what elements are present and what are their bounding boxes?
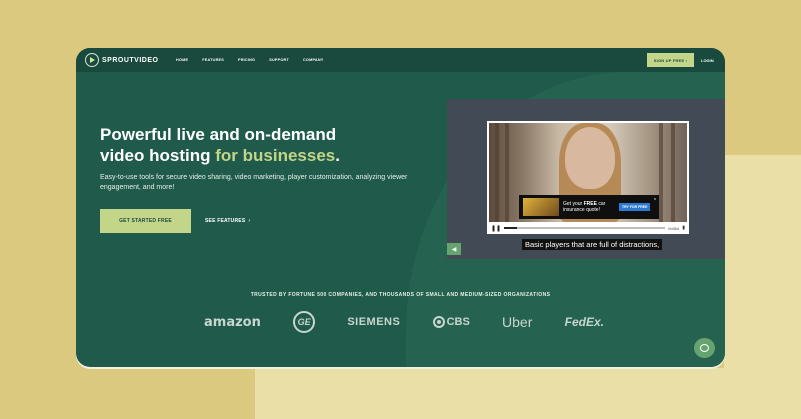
ge-logo: GE: [293, 311, 316, 333]
cbs-text: CBS: [446, 316, 470, 328]
headline-accent: for businesses: [215, 146, 336, 165]
trusted-by-title: TRUSTED BY FORTUNE 500 COMPANIES, AND TH…: [250, 292, 551, 298]
nav-links: HOME FEATURES PRICING SUPPORT COMPANY: [176, 48, 324, 72]
player-controls: ❚❚ VidBid ▮: [489, 224, 687, 232]
siemens-logo: SIEMENS: [347, 316, 401, 328]
hero-headline: Powerful live and on-demand video hostin…: [100, 124, 360, 166]
nav-link-support[interactable]: SUPPORT: [269, 58, 289, 62]
login-link[interactable]: LOGIN: [701, 58, 714, 63]
hero-subtext: Easy-to-use tools for secure video shari…: [100, 174, 408, 191]
top-nav: SPROUTVIDEO HOME FEATURES PRICING SUPPOR…: [76, 48, 725, 72]
chevron-right-icon: ›: [246, 218, 251, 224]
signup-label: SIGN UP FREE: [653, 57, 685, 63]
fedex-logo: FedEx.: [564, 315, 604, 329]
cbs-eye-icon: [432, 316, 445, 328]
browser-window: SPROUTVIDEO HOME FEATURES PRICING SUPPOR…: [76, 48, 725, 367]
bookshelf-decoration: [659, 123, 663, 222]
video-ad-overlay[interactable]: Get your FREE car insurance quote! TRY F…: [519, 195, 659, 219]
logo-text: SPROUTVIDEO: [102, 56, 159, 64]
see-features-label: SEE FEATURES: [205, 218, 246, 224]
cbs-logo: CBS: [432, 316, 470, 328]
get-started-button[interactable]: GET STARTED FREE: [100, 209, 191, 233]
nav-link-pricing[interactable]: PRICING: [238, 58, 255, 62]
headline-period: .: [335, 146, 340, 165]
person-face: [565, 127, 615, 189]
progress-bar[interactable]: [504, 227, 665, 229]
close-icon[interactable]: x: [654, 196, 656, 201]
ad-try-button[interactable]: TRY FOR FREE: [619, 203, 651, 211]
ad-text: Get your FREE car insurance quote!: [563, 201, 615, 213]
chat-icon: [700, 344, 709, 352]
bookshelf-decoration: [671, 123, 675, 222]
background-panel-bottom: [255, 368, 801, 419]
logo[interactable]: SPROUTVIDEO: [85, 52, 158, 68]
pause-icon[interactable]: ❚❚: [491, 225, 501, 232]
video-frame: Get your FREE car insurance quote! TRY F…: [489, 123, 687, 222]
nav-link-home[interactable]: HOME: [176, 58, 188, 62]
uber-logo: Uber: [502, 314, 533, 330]
volume-icon[interactable]: ▮: [682, 225, 685, 231]
video-player[interactable]: Get your FREE car insurance quote! TRY F…: [487, 121, 689, 234]
nav-link-features[interactable]: FEATURES: [202, 58, 224, 62]
player-brand: VidBid: [667, 225, 680, 231]
progress-fill: [504, 227, 517, 229]
customer-logos: amazon GE SIEMENS CBS Uber FedEx.: [204, 310, 604, 334]
signup-button[interactable]: SIGN UP FREE ›: [647, 53, 694, 67]
video-demo-panel: Get your FREE car insurance quote! TRY F…: [447, 99, 725, 259]
bookshelf-decoration: [505, 123, 509, 222]
chevron-right-icon: ›: [684, 57, 688, 63]
ad-thumbnail: [523, 198, 559, 216]
bookshelf-decoration: [495, 123, 499, 222]
video-caption: Basic players that are full of distracti…: [522, 239, 663, 250]
amazon-logo: amazon: [204, 314, 261, 330]
nav-link-company[interactable]: COMPANY: [303, 58, 324, 62]
chat-button[interactable]: [694, 338, 715, 358]
see-features-link[interactable]: SEE FEATURES ›: [205, 218, 250, 224]
logo-play-icon: [85, 53, 99, 67]
mute-icon[interactable]: ◀: [447, 243, 461, 255]
